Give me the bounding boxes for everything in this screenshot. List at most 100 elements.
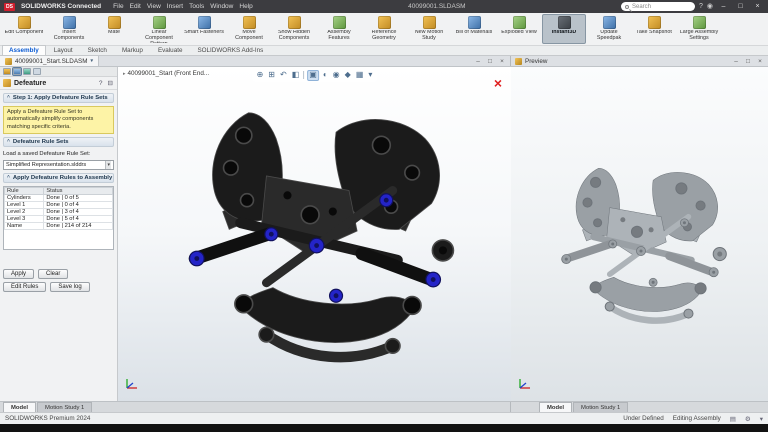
menu-item[interactable]: Edit — [130, 3, 141, 10]
edit-appearance-icon[interactable]: ◆ — [344, 71, 352, 80]
section-view-icon[interactable]: ◧ — [291, 71, 301, 80]
ribbon-button[interactable]: Show Hidden Components — [272, 14, 316, 44]
menu-item[interactable]: Tools — [189, 3, 204, 10]
edit-rules-button[interactable]: Edit Rules — [3, 282, 46, 292]
menu-item[interactable]: Insert — [167, 3, 183, 10]
ribbon-button-icon — [288, 16, 301, 29]
ribbon-tab[interactable]: Sketch — [81, 45, 114, 55]
main-document-bar: 40099001_Start.SLDASM ▾ – □ × — [0, 56, 511, 66]
rule-row[interactable]: Cylinders Done | 0 of 5 — [5, 195, 113, 202]
zoom-to-area-icon[interactable]: ⊞ — [267, 71, 276, 80]
menu-item[interactable]: File — [113, 3, 123, 10]
ribbon-button[interactable]: New Motion Study — [407, 14, 451, 44]
ribbon-button[interactable]: Mate — [92, 14, 136, 44]
flyout-featuremanager[interactable]: ▸ 40099001_Start (Front End... — [123, 70, 209, 77]
propertymanager-tab-icon[interactable] — [13, 68, 21, 75]
main-document-tabs: ModelMotion Study 1 — [0, 402, 511, 412]
hide-show-items-icon[interactable]: ◉ — [332, 71, 341, 80]
ruleset-selected-value: Simplified Representation.slddrs — [6, 162, 86, 168]
apply-scene-icon[interactable]: ▦ — [355, 71, 365, 80]
ribbon-button[interactable]: Assembly Features — [317, 14, 361, 44]
configurationmanager-tab-icon[interactable] — [23, 68, 31, 75]
maximize-button[interactable]: □ — [734, 0, 747, 13]
preview-model-tab[interactable]: Model — [539, 402, 572, 412]
view-orientation-icon[interactable]: ▣ — [307, 70, 319, 81]
preview-minimize-button[interactable]: – — [730, 56, 742, 67]
document-tab[interactable]: 40099001_Start.SLDASM ▾ — [0, 56, 99, 66]
ruleset-load-label: Load a saved Defeature Rule Set: — [3, 151, 114, 157]
ribbon-tab[interactable]: Markup — [115, 45, 150, 55]
ribbon-button[interactable]: Bill of Materials — [452, 14, 496, 44]
step1-group-header[interactable]: ^ Step 1: Apply Defeature Rule Sets — [3, 93, 114, 103]
preview-restore-button[interactable]: □ — [742, 56, 754, 67]
ribbon-button[interactable]: Edit Component — [2, 14, 46, 44]
ribbon-button[interactable]: Exploded View — [497, 14, 541, 44]
clear-button[interactable]: Clear — [38, 269, 68, 279]
apply-button[interactable]: Apply — [3, 269, 34, 279]
product-version-label: SOLIDWORKS Premium 2024 — [5, 415, 90, 422]
chevron-up-icon: ^ — [7, 95, 10, 101]
preview-close-button[interactable]: × — [754, 56, 766, 67]
doc-minimize-button[interactable]: – — [472, 56, 484, 67]
ribbon-tab[interactable]: SOLIDWORKS Add-Ins — [190, 45, 270, 55]
ribbon-button-icon — [468, 16, 481, 29]
apply-rules-group-header[interactable]: ^ Apply Defeature Rules to Assembly — [3, 173, 114, 183]
rule-row[interactable]: Level 2 Done | 3 of 4 — [5, 209, 113, 216]
pin-icon[interactable]: ⊟ — [107, 79, 114, 87]
save-log-button[interactable]: Save log — [50, 282, 89, 292]
featuremanager-tab-icon[interactable] — [3, 68, 11, 75]
rule-row[interactable]: Level 3 Done | 5 of 4 — [5, 216, 113, 223]
zoom-to-fit-icon[interactable]: ⊕ — [256, 71, 265, 80]
ribbon-button-icon — [648, 16, 661, 29]
ribbon-tab[interactable]: Assembly — [2, 45, 46, 55]
user-icon[interactable]: ◉ — [707, 3, 713, 10]
menu-item[interactable]: Help — [239, 3, 252, 10]
preview-model-wrap — [534, 155, 746, 347]
ribbon-tab[interactable]: Evaluate — [151, 45, 190, 55]
display-style-icon[interactable]: ◐ — [322, 71, 329, 80]
windows-taskbar-edge — [0, 424, 768, 432]
flyout-tree-label: 40099001_Start (Front End... — [128, 70, 210, 77]
close-button[interactable]: × — [751, 0, 764, 13]
ribbon-button[interactable]: Insert Components — [47, 14, 91, 44]
search-input[interactable]: Search — [621, 2, 695, 11]
rule-row[interactable]: Name Done | 214 of 214 — [5, 223, 113, 230]
ribbon-button[interactable]: Linear Component Pattern — [137, 14, 181, 44]
ruleset-dropdown[interactable]: Simplified Representation.slddrs ▾ — [3, 160, 114, 170]
model-tab[interactable]: Model — [3, 402, 36, 412]
ribbon-button[interactable]: Smart Fasteners — [182, 14, 226, 44]
sheet-icon[interactable]: ▤ — [730, 415, 736, 423]
menu-item[interactable]: Window — [210, 3, 233, 10]
ribbon-button[interactable]: Reference Geometry — [362, 14, 406, 44]
doc-restore-button[interactable]: □ — [484, 56, 496, 67]
assembly-model[interactable] — [145, 92, 485, 392]
menu-item[interactable]: View — [147, 3, 161, 10]
graphics-area[interactable]: ▸ 40099001_Start (Front End... ⊕ ⊞ ↶ ◧ ▣… — [118, 67, 511, 401]
ribbon-button[interactable]: Take Snapshot — [632, 14, 676, 44]
ribbon-button-icon — [63, 16, 76, 29]
gear-icon[interactable]: ⚙ — [745, 415, 751, 423]
ribbon-button-icon — [423, 16, 436, 29]
cancel-propertymanager-icon[interactable]: × — [494, 76, 502, 90]
model-tab[interactable]: Motion Study 1 — [37, 402, 92, 412]
caret-right-icon: ▸ — [123, 71, 126, 77]
rule-row[interactable]: Level 1 Done | 0 of 4 — [5, 202, 113, 209]
appearances-tab-icon[interactable] — [33, 68, 41, 75]
rule-column-header: Rule — [5, 188, 44, 195]
ribbon-button[interactable]: Instant3D — [542, 14, 586, 44]
rulesets-group-header[interactable]: ^ Defeature Rule Sets — [3, 137, 114, 147]
help-icon[interactable]: ? — [98, 80, 104, 87]
doc-close-button[interactable]: × — [496, 56, 508, 67]
ribbon-button[interactable]: Update Speedpak — [587, 14, 631, 44]
chevron-down-icon[interactable]: ▾ — [760, 415, 763, 423]
preview-window[interactable] — [511, 67, 768, 401]
view-settings-icon[interactable]: ▾ — [367, 71, 373, 80]
minimize-button[interactable]: – — [717, 0, 730, 13]
preview-model-tab[interactable]: Motion Study 1 — [573, 402, 628, 412]
preview-model[interactable] — [534, 155, 746, 342]
ribbon-button[interactable]: Large Assembly Settings — [677, 14, 721, 44]
ribbon-button[interactable]: Move Component — [227, 14, 271, 44]
previous-view-icon[interactable]: ↶ — [279, 71, 288, 80]
ribbon-tab[interactable]: Layout — [47, 45, 80, 55]
help-icon[interactable]: ? — [699, 3, 703, 10]
